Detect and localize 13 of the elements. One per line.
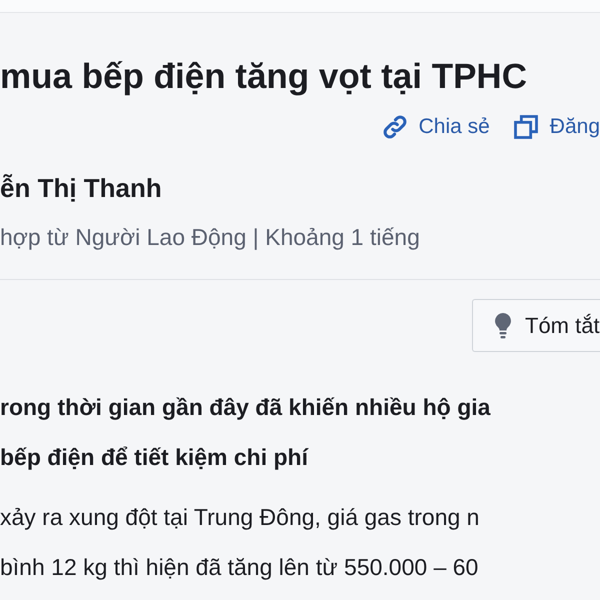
lightbulb-icon	[493, 312, 513, 340]
share-link[interactable]: Chia sẻ	[380, 113, 490, 141]
article-title: mua bếp điện tăng vọt tại TPHC	[0, 56, 528, 98]
article-meta: hợp từ Người Lao Động | Khoảng 1 tiếng	[0, 223, 421, 252]
copy-link[interactable]: Đăng	[512, 113, 600, 141]
copy-icon	[512, 113, 540, 141]
lead-text: bếp điện để tiết kiệm chi phí	[0, 443, 310, 472]
summary-button[interactable]: Tóm tắt	[472, 299, 600, 352]
body-text: bình 12 kg thì hiện đã tăng lên từ 550.000 – 60	[0, 553, 480, 582]
body-text: xảy ra xung đột tại Trung Đông, giá gas trong n	[0, 503, 480, 532]
link-icon	[380, 113, 409, 141]
author-name: ễn Thị Thanh	[0, 172, 163, 205]
lead-text: rong thời gian gần đây đã khiến nhiều hộ gia	[0, 393, 492, 422]
